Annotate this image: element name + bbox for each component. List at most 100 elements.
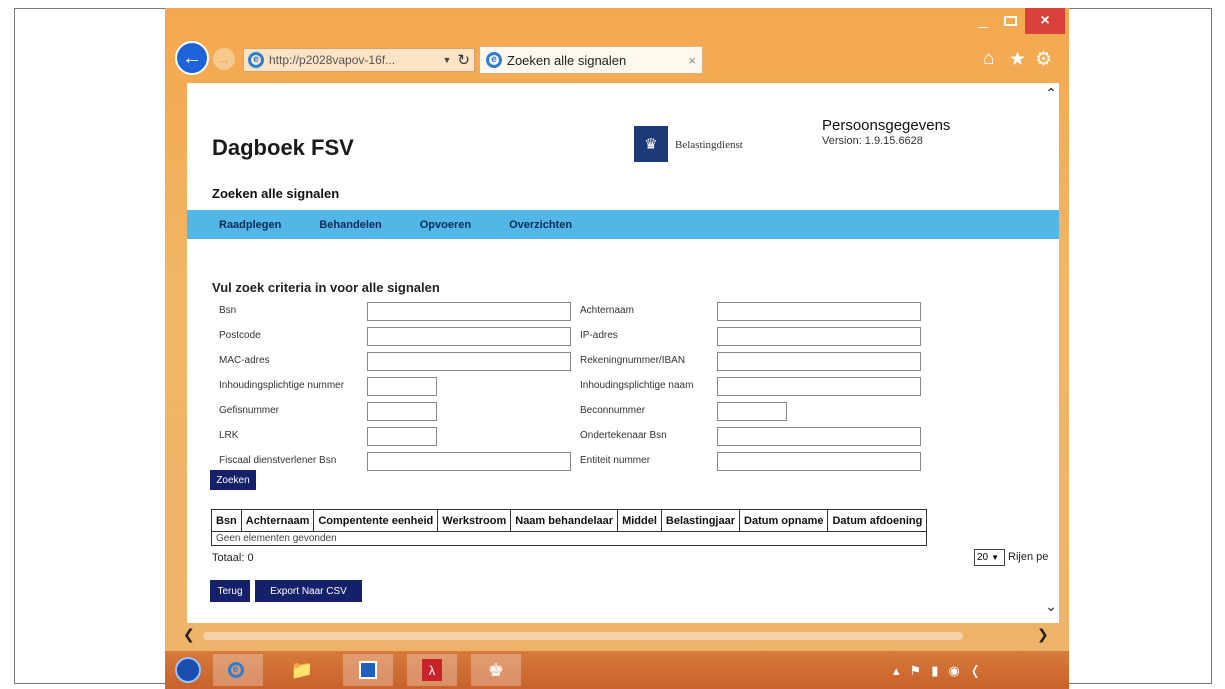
inhoudingsplichtige-nummer-input[interactable] (367, 377, 437, 396)
taskbar-app-button[interactable] (343, 654, 393, 686)
menu-item-raadplegen[interactable]: Raadplegen (219, 219, 281, 231)
bsn-input[interactable] (367, 302, 571, 321)
field-label-beconnummer: Beconnummer (580, 405, 646, 416)
menu-item-behandelen[interactable]: Behandelen (319, 219, 381, 231)
ie-icon: e (486, 52, 502, 68)
people-icon: ♚ (487, 659, 505, 680)
speaker-icon[interactable]: ❬ (970, 663, 981, 679)
scroll-down-icon[interactable]: ⌄ (1045, 598, 1057, 615)
column-header[interactable]: Middel (617, 509, 662, 532)
column-header[interactable]: Bsn (211, 509, 242, 532)
page-viewport: ⌃ ⌄ Dagboek FSV ♛ Belastingdienst Persoo… (187, 83, 1059, 623)
main-menu: Raadplegen Behandelen Opvoeren Overzicht… (187, 210, 1059, 239)
taskbar-pdf-button[interactable]: λ (407, 654, 457, 686)
org-name: Belastingdienst (675, 139, 743, 151)
ie-icon: e (248, 52, 264, 68)
address-dropdown-icon[interactable]: ▼ (443, 55, 452, 65)
app-icon (359, 661, 377, 679)
field-label-achternaam: Achternaam (580, 305, 634, 316)
field-label-fiscaal-dienstverlener-bsn: Fiscaal dienstverlener Bsn (219, 455, 337, 466)
app-title: Dagboek FSV (212, 135, 354, 160)
star-icon[interactable]: ★ (1009, 48, 1026, 71)
results-table: Bsn Achternaam Compentente eenheid Werks… (210, 509, 928, 546)
fiscaal-dienstverlener-bsn-input[interactable] (367, 452, 571, 471)
lrk-input[interactable] (367, 427, 437, 446)
field-label-rekeningnummer-iban: Rekeningnummer/IBAN (580, 355, 686, 366)
back-action-button[interactable]: Terug (210, 580, 250, 602)
maximize-icon (1003, 16, 1017, 26)
home-icon[interactable]: ⌂ (983, 48, 994, 70)
column-header[interactable]: Werkstroom (437, 509, 512, 532)
version-label: Version: 1.9.15.6628 (822, 135, 923, 147)
persoonsgegevens-label: Persoonsgegevens (822, 117, 951, 134)
column-header[interactable]: Datum opname (739, 509, 829, 532)
folder-icon: 📁 (290, 659, 314, 680)
network-icon[interactable]: ◉ (948, 663, 959, 679)
scrollbar-track[interactable] (203, 632, 963, 640)
page-title: Zoeken alle signalen (212, 186, 340, 201)
forward-button[interactable]: → (213, 48, 235, 70)
column-header[interactable]: Compentente eenheid (313, 509, 439, 532)
browser-window: _ × ← → e http://p2028vapov-16f... ▼ ↻ e… (165, 8, 1069, 689)
tray-chevron-icon[interactable]: ▴ (893, 663, 900, 679)
rows-per-page-label: Rijen pe (1008, 551, 1049, 563)
field-label-bsn: Bsn (219, 305, 237, 316)
column-header[interactable]: Achternaam (240, 509, 315, 532)
rekeningnummer-iban-input[interactable] (717, 352, 921, 371)
mac-adres-input[interactable] (367, 352, 571, 371)
arrow-right-icon: → (217, 51, 231, 67)
ondertekenaar-bsn-input[interactable] (717, 427, 921, 446)
field-label-inhoudingsplichtige-naam: Inhoudingsplichtige naam (580, 380, 694, 391)
beconnummer-input[interactable] (717, 402, 787, 421)
field-label-ondertekenaar-bsn: Ondertekenaar Bsn (580, 430, 667, 441)
tab-close-icon[interactable]: × (688, 53, 696, 68)
menu-item-overzichten[interactable]: Overzichten (509, 219, 572, 231)
taskbar-explorer-button[interactable]: 📁 (277, 654, 327, 686)
entiteit-nummer-input[interactable] (717, 452, 921, 471)
ie-icon: e (227, 662, 244, 678)
address-bar[interactable]: e http://p2028vapov-16f... ▼ ↻ (243, 48, 475, 72)
postcode-input[interactable] (367, 327, 571, 346)
export-csv-button[interactable]: Export Naar CSV (255, 580, 362, 602)
chevron-down-icon: ▼ (991, 553, 1000, 562)
horizontal-scrollbar[interactable]: ❮ ❯ (165, 626, 1069, 648)
menu-item-opvoeren[interactable]: Opvoeren (420, 219, 471, 231)
table-row: Geen elementen gevonden (210, 531, 928, 546)
field-label-postcode: Postcode (219, 330, 261, 341)
address-text[interactable]: http://p2028vapov-16f... (269, 53, 437, 67)
rows-per-page-select[interactable]: 20 ▼ (974, 549, 1005, 566)
column-header[interactable]: Naam behandelaar (510, 509, 619, 532)
scroll-left-icon[interactable]: ❮ (183, 626, 195, 643)
windows-logo-icon (175, 657, 201, 683)
close-window-button[interactable]: × (1025, 8, 1065, 34)
scroll-right-icon[interactable]: ❯ (1037, 626, 1049, 643)
search-button[interactable]: Zoeken (210, 470, 256, 490)
table-header-row: Bsn Achternaam Compentente eenheid Werks… (211, 509, 928, 532)
start-button[interactable] (170, 654, 206, 686)
maximize-button[interactable] (997, 8, 1023, 34)
field-label-lrk: LRK (219, 430, 239, 441)
field-label-entiteit-nummer: Entiteit nummer (580, 455, 651, 466)
field-label-inhoudingsplichtige-nummer: Inhoudingsplichtige nummer (219, 380, 345, 391)
back-button[interactable]: ← (175, 41, 209, 75)
gear-icon[interactable]: ⚙ (1035, 48, 1052, 71)
column-header[interactable]: Datum afdoening (827, 509, 928, 532)
taskbar-people-button[interactable]: ♚ (471, 654, 521, 686)
scroll-up-icon[interactable]: ⌃ (1045, 85, 1057, 102)
taskbar: e 📁 λ ♚ ▴ ⚑ ▮ ◉ ❬ (165, 651, 1069, 689)
flag-icon[interactable]: ⚑ (910, 663, 922, 679)
tab-zoeken-alle-signalen[interactable]: e Zoeken alle signalen × (479, 46, 703, 74)
pdf-icon: λ (422, 659, 442, 681)
battery-icon[interactable]: ▮ (931, 663, 938, 679)
refresh-icon[interactable]: ↻ (457, 51, 470, 69)
gefisnummer-input[interactable] (367, 402, 437, 421)
taskbar-ie-button[interactable]: e (213, 654, 263, 686)
ip-adres-input[interactable] (717, 327, 921, 346)
field-label-mac-adres: MAC-adres (219, 355, 270, 366)
achternaam-input[interactable] (717, 302, 921, 321)
column-header[interactable]: Belastingjaar (660, 509, 741, 532)
minimize-button[interactable]: _ (971, 8, 995, 34)
inhoudingsplichtige-naam-input[interactable] (717, 377, 921, 396)
search-criteria-heading: Vul zoek criteria in voor alle signalen (212, 280, 440, 295)
arrow-left-icon: ← (182, 46, 202, 69)
